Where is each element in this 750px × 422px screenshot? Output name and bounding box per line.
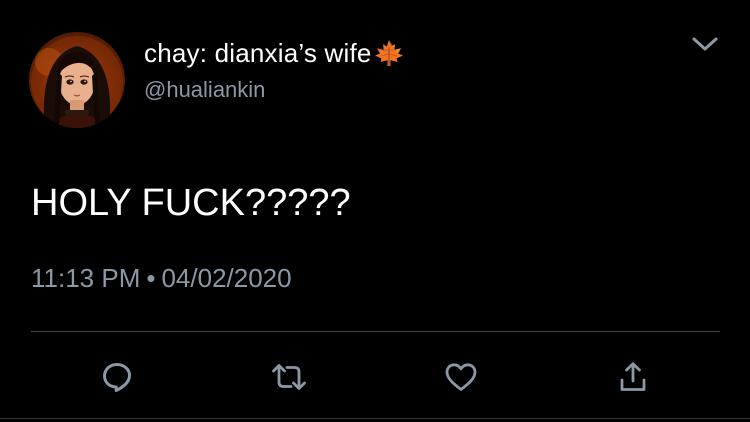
- display-name-text: chay: dianxia’s wife: [144, 38, 372, 68]
- reply-icon: [103, 363, 131, 392]
- retweet-icon: [272, 364, 306, 390]
- avatar-portrait-icon: [31, 36, 123, 128]
- tweet-card: chay: dianxia’s wife @hualiankin HOLY FU…: [0, 0, 750, 422]
- display-name[interactable]: chay: dianxia’s wife: [144, 38, 404, 73]
- tweet-time: 11:13 PM: [31, 263, 141, 293]
- tweet-timestamp[interactable]: 11:13 PM • 04/02/2020: [31, 262, 292, 294]
- chevron-down-icon[interactable]: [690, 32, 720, 58]
- user-handle[interactable]: @hualiankin: [144, 77, 265, 103]
- bottom-divider: [0, 418, 750, 419]
- reply-button[interactable]: [99, 360, 135, 394]
- tweet-date: 04/02/2020: [161, 263, 292, 293]
- tweet-text: HOLY FUCK?????: [31, 182, 351, 224]
- divider: [31, 331, 720, 332]
- retweet-button[interactable]: [271, 360, 307, 394]
- like-icon: [445, 363, 477, 391]
- avatar[interactable]: [29, 32, 125, 128]
- share-icon: [620, 362, 646, 391]
- maple-leaf-icon: [374, 39, 404, 73]
- timestamp-separator: •: [146, 263, 156, 293]
- like-button[interactable]: [443, 360, 479, 394]
- share-button[interactable]: [615, 360, 651, 394]
